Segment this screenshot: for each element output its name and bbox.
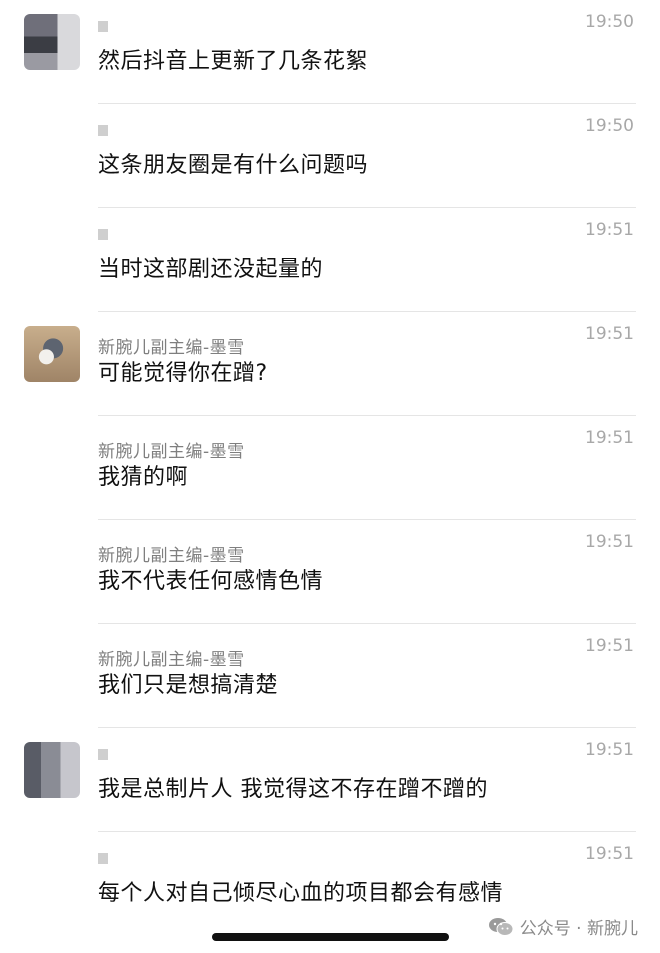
sender-name (98, 125, 108, 136)
watermark: 公众号 · 新腕儿 (488, 914, 638, 939)
message-text: 我不代表任何感情色情 (98, 569, 324, 594)
message-text: 我猜的啊 (98, 465, 189, 490)
message-time: 19:51 (585, 428, 634, 448)
message-row[interactable]: 19:51 我是总制片人 我觉得这不存在蹭不蹭的 (0, 728, 660, 832)
avatar[interactable] (24, 326, 80, 382)
message-row[interactable]: 19:51 当时这部剧还没起量的 (0, 208, 660, 312)
message-time: 19:51 (585, 636, 634, 656)
watermark-text: 公众号 · 新腕儿 (519, 919, 638, 939)
message-text: 每个人对自己倾尽心血的项目都会有感情 (98, 881, 504, 906)
message-text: 然后抖音上更新了几条花絮 (98, 49, 369, 74)
message-row[interactable]: 新腕儿副主编-墨雪 19:51 我猜的啊 (0, 416, 660, 520)
message-row[interactable]: 19:50 然后抖音上更新了几条花絮 (0, 0, 660, 104)
message-text: 可能觉得你在蹭? (98, 361, 268, 386)
message-row[interactable]: 新腕儿副主编-墨雪 19:51 我不代表任何感情色情 (0, 520, 660, 624)
message-text: 我是总制片人 我觉得这不存在蹭不蹭的 (98, 777, 488, 802)
message-time: 19:50 (585, 116, 634, 136)
message-time: 19:51 (585, 740, 634, 760)
sender-name (98, 21, 108, 32)
message-time: 19:51 (585, 220, 634, 240)
message-row[interactable]: 新腕儿副主编-墨雪 19:51 我们只是想搞清楚 (0, 624, 660, 728)
sender-name (98, 749, 108, 760)
home-indicator[interactable] (212, 933, 449, 941)
message-text: 当时这部剧还没起量的 (98, 257, 324, 282)
avatar[interactable] (24, 14, 80, 70)
message-text: 我们只是想搞清楚 (98, 673, 279, 698)
avatar[interactable] (24, 742, 80, 798)
message-time: 19:51 (585, 532, 634, 552)
message-row[interactable]: 19:50 这条朋友圈是有什么问题吗 (0, 104, 660, 208)
sender-name (98, 853, 108, 864)
wechat-icon (488, 917, 514, 936)
message-time: 19:50 (585, 12, 634, 32)
message-row[interactable]: 新腕儿副主编-墨雪 19:51 可能觉得你在蹭? (0, 312, 660, 416)
message-text: 这条朋友圈是有什么问题吗 (98, 153, 369, 178)
message-time: 19:51 (585, 324, 634, 344)
sender-name (98, 229, 108, 240)
message-time: 19:51 (585, 844, 634, 864)
